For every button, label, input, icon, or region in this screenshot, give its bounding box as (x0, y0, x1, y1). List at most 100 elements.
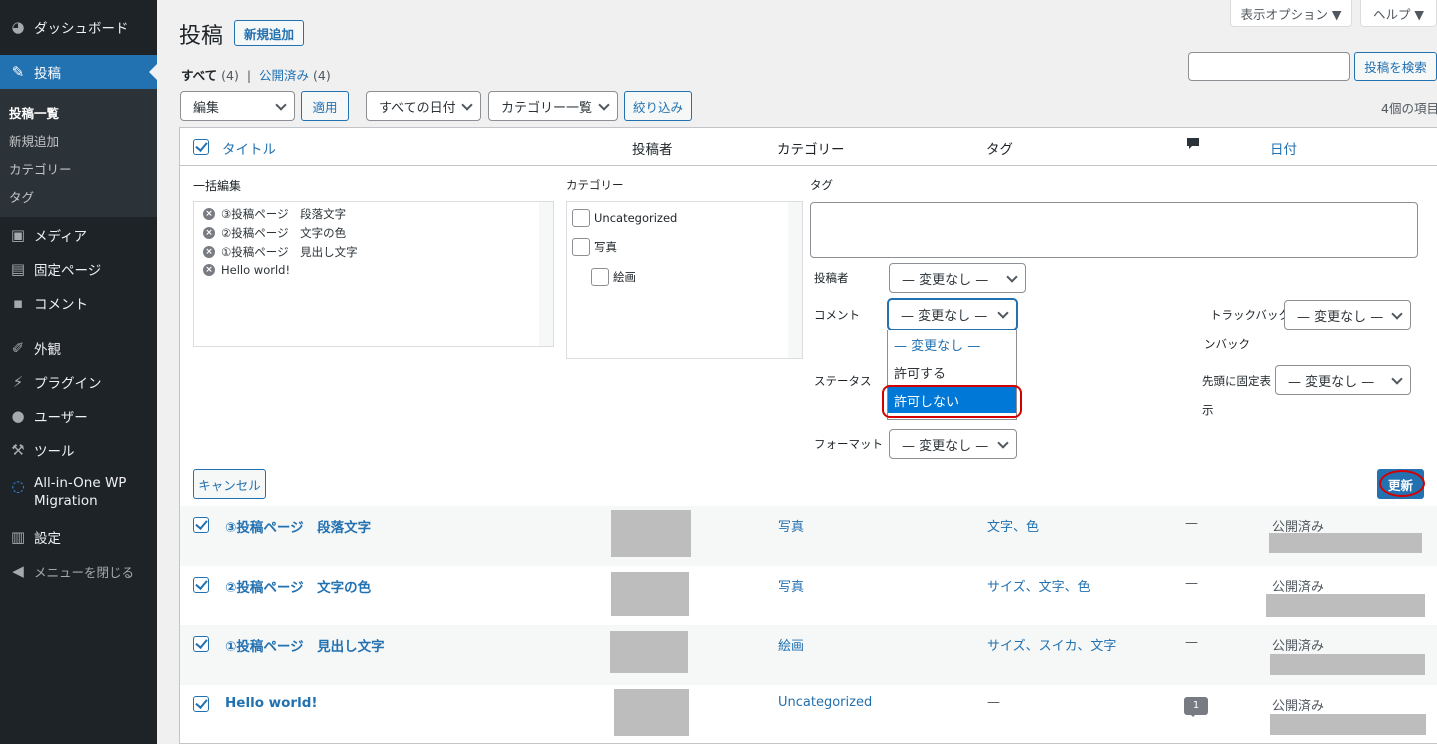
post-category[interactable]: Uncategorized (778, 695, 872, 710)
menu-tools[interactable]: ⚒ ツール (0, 433, 157, 467)
column-title[interactable]: タイトル (222, 138, 276, 158)
remove-icon[interactable]: × (203, 246, 215, 258)
table-row: ②投稿ページ 文字の色 写真 サイズ、文字、色 — 公開済み (180, 566, 1437, 626)
bulk-sticky-value: — 変更なし — (1288, 374, 1375, 390)
bulk-comment-value: — 変更なし — (901, 309, 988, 324)
date-filter-select[interactable]: すべての日付 (366, 91, 481, 121)
row-checkbox[interactable] (193, 696, 209, 712)
bulk-comment-select[interactable]: — 変更なし — (888, 299, 1017, 330)
row-checkbox[interactable] (193, 636, 209, 652)
highlight-annotation (1379, 470, 1425, 497)
help-button[interactable]: ヘルプ ▼ (1360, 0, 1437, 27)
menu-appearance[interactable]: ✐ 外観 (0, 331, 157, 365)
menu-users[interactable]: ● ユーザー (0, 399, 157, 433)
scrollbar[interactable] (539, 202, 553, 346)
bulk-status-label: ステータス (814, 374, 872, 388)
menu-posts[interactable]: ✎ 投稿 (0, 55, 157, 89)
submenu-all-posts[interactable]: 投稿一覧 (9, 103, 59, 122)
submenu-add-new[interactable]: 新規追加 (9, 131, 59, 150)
bulk-author-select[interactable]: — 変更なし — (889, 263, 1026, 293)
menu-pages[interactable]: ▤ 固定ページ (0, 252, 157, 286)
bulk-title-item: × ②投稿ページ 文字の色 (203, 225, 346, 241)
filter-published-link[interactable]: 公開済み (259, 68, 309, 83)
bulk-title-item: × ③投稿ページ 段落文字 (203, 206, 346, 222)
scrollbar[interactable] (788, 202, 802, 358)
column-author: 投稿者 (632, 142, 673, 158)
bulk-title-item: × ①投稿ページ 見出し文字 (203, 244, 358, 260)
search-input[interactable] (1188, 52, 1350, 81)
bulk-title-item: × Hello world! (203, 263, 290, 277)
post-tags[interactable]: サイズ、スイカ、文字 (987, 635, 1116, 654)
column-date[interactable]: 日付 (1270, 138, 1297, 158)
category-option[interactable]: 絵画 (591, 268, 636, 286)
menu-collapse[interactable]: ◀ メニューを閉じる (0, 554, 157, 588)
menu-aiowpm[interactable]: ◌ All-in-One WP Migration (0, 475, 157, 514)
category-checkbox[interactable] (572, 238, 590, 256)
menu-plugins[interactable]: ⚡ プラグイン (0, 365, 157, 399)
filter-button[interactable]: 絞り込み (624, 91, 692, 121)
category-option[interactable]: Uncategorized (572, 209, 677, 227)
comment-option-no-change[interactable]: — 変更なし — (888, 331, 1016, 357)
category-filter-value: カテゴリー一覧 (501, 100, 593, 116)
category-checkbox[interactable] (572, 209, 590, 227)
comment-count-bubble[interactable]: 1 (1184, 697, 1208, 717)
submenu-categories[interactable]: カテゴリー (9, 159, 72, 178)
bulk-format-label: フォーマット (814, 437, 883, 451)
menu-comments[interactable]: ▪ コメント (0, 286, 157, 320)
menu-dashboard[interactable]: ◕ ダッシュボード (0, 10, 157, 44)
remove-icon[interactable]: × (203, 227, 215, 239)
menu-appearance-label: 外観 (34, 342, 61, 358)
category-filter-select[interactable]: カテゴリー一覧 (488, 91, 618, 121)
posts-table: タイトル 投稿者 カテゴリー タグ 日付 一括編集 × ③投稿ページ 段落文字 ×… (179, 127, 1437, 744)
date-redacted (1270, 654, 1425, 675)
remove-icon[interactable]: × (203, 208, 215, 220)
submenu-tags[interactable]: タグ (9, 187, 34, 206)
category-option[interactable]: 写真 (572, 238, 617, 256)
post-title-link[interactable]: ①投稿ページ 見出し文字 (225, 635, 385, 655)
post-title-link[interactable]: ③投稿ページ 段落文字 (225, 516, 371, 536)
bulk-tags-textarea[interactable] (810, 202, 1418, 258)
bulk-author-value: — 変更なし — (902, 272, 989, 288)
menu-settings-label: 設定 (34, 531, 61, 547)
menu-comments-label: コメント (34, 297, 88, 313)
filter-all-link[interactable]: すべて (181, 68, 217, 83)
wrench-icon: ⚒ (11, 441, 25, 459)
bulk-pings-select[interactable]: — 変更なし — (1284, 300, 1411, 330)
bulk-sticky-select[interactable]: — 変更なし — (1275, 365, 1411, 395)
category-option-label: 写真 (594, 240, 617, 254)
date-redacted (1269, 533, 1422, 553)
item-count: 4個の項目 (1381, 101, 1437, 116)
bulk-action-select[interactable]: 編集 (180, 91, 295, 121)
comments-column-icon (1185, 136, 1201, 156)
category-checkbox[interactable] (591, 268, 609, 286)
post-tags[interactable]: サイズ、文字、色 (987, 576, 1091, 595)
post-category[interactable]: 写真 (778, 576, 804, 595)
post-title-link[interactable]: ②投稿ページ 文字の色 (225, 576, 371, 596)
media-icon: ▣ (10, 226, 26, 244)
filter-published-count: (4) (313, 68, 331, 83)
apply-button[interactable]: 適用 (301, 91, 349, 121)
post-title-link[interactable]: Hello world! (225, 695, 318, 711)
screen-options-button[interactable]: 表示オプション ▼ (1230, 0, 1352, 27)
bulk-title-text: ③投稿ページ 段落文字 (221, 207, 347, 221)
select-all-checkbox[interactable] (193, 139, 209, 155)
menu-settings[interactable]: ▥ 設定 (0, 520, 157, 554)
post-comments: — (1185, 635, 1198, 650)
date-redacted (1266, 594, 1425, 617)
comment-option-allow[interactable]: 許可する (888, 359, 1016, 385)
post-category[interactable]: 写真 (778, 516, 804, 535)
add-new-button[interactable]: 新規追加 (234, 20, 304, 46)
highlight-annotation (882, 385, 1022, 418)
menu-media[interactable]: ▣ メディア (0, 218, 157, 252)
post-category[interactable]: 絵画 (778, 635, 804, 654)
row-checkbox[interactable] (193, 577, 209, 593)
bulk-format-select[interactable]: — 変更なし — (889, 429, 1017, 459)
bulk-category-label: カテゴリー (566, 178, 624, 192)
post-tags[interactable]: 文字、色 (987, 516, 1039, 535)
menu-media-label: メディア (34, 229, 88, 245)
search-posts-button[interactable]: 投稿を検索 (1354, 52, 1437, 81)
row-checkbox[interactable] (193, 517, 209, 533)
remove-icon[interactable]: × (203, 264, 215, 276)
cancel-button[interactable]: キャンセル (193, 469, 266, 499)
pin-icon: ✎ (11, 63, 25, 81)
